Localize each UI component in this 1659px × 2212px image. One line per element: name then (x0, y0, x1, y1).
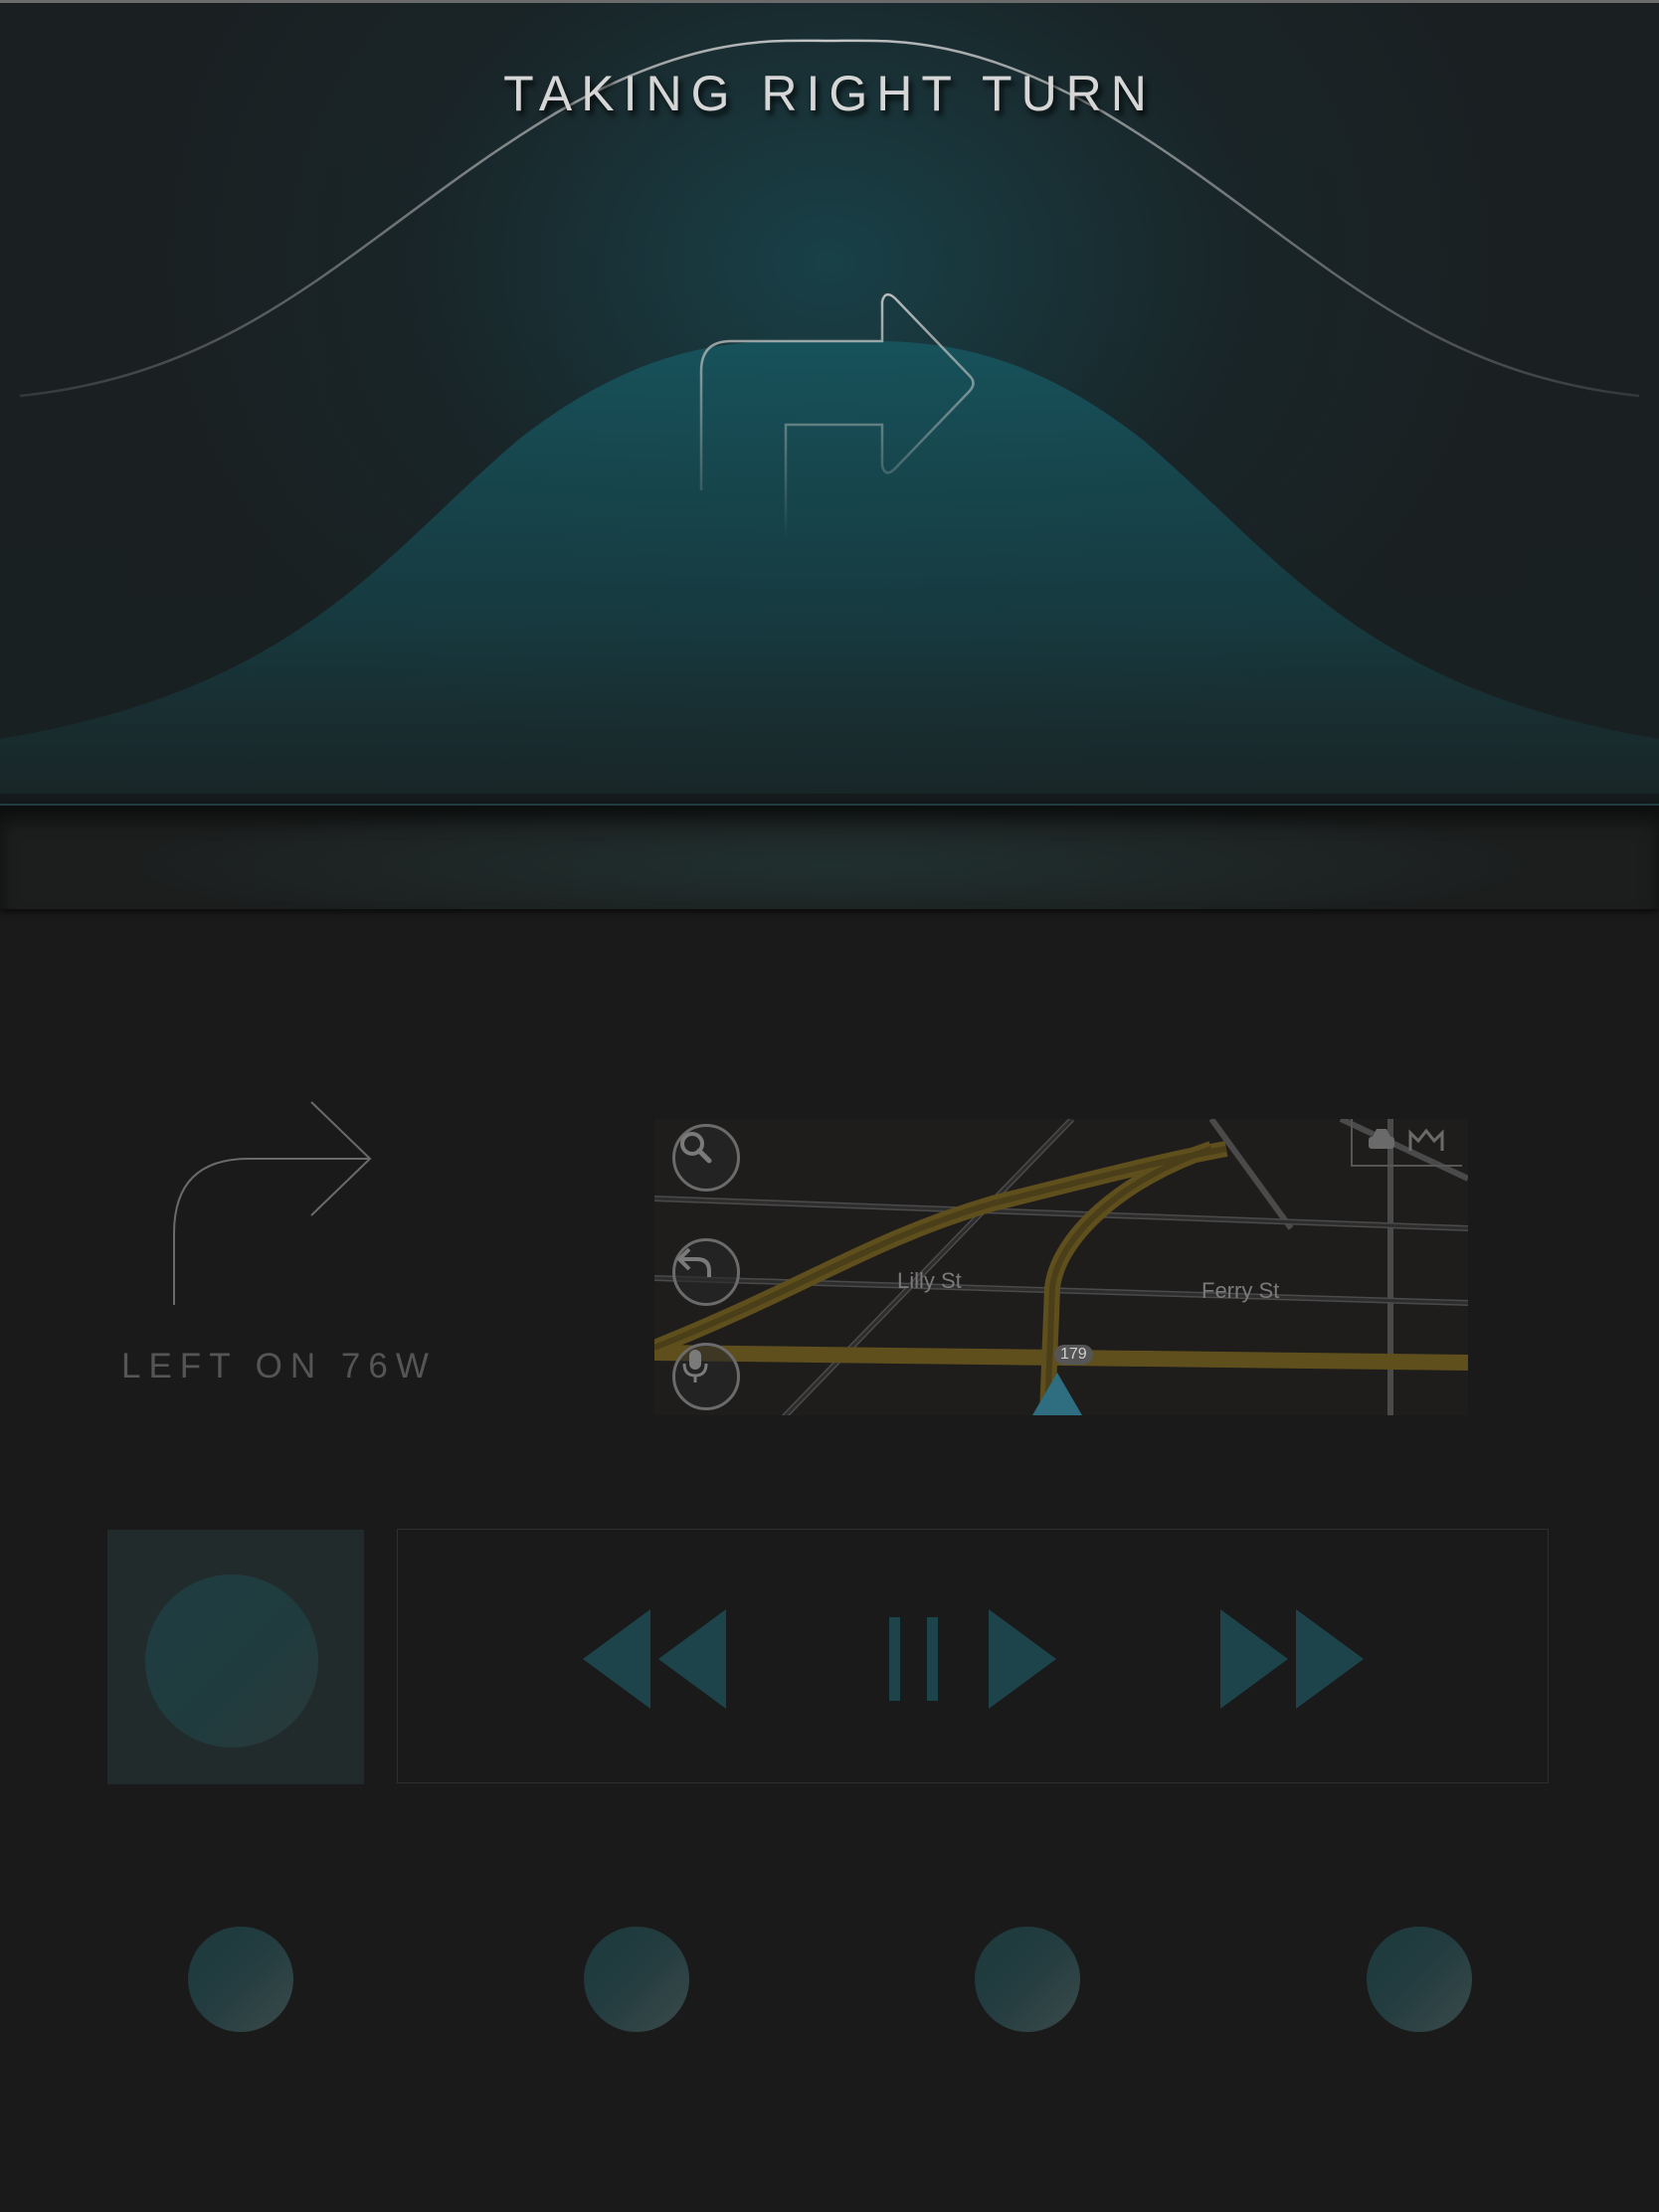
microphone-icon (682, 1350, 708, 1382)
play-pause-icon[interactable] (889, 1609, 1068, 1709)
map-back-button[interactable] (672, 1238, 740, 1306)
album-disc (145, 1574, 318, 1748)
back-icon (676, 1247, 711, 1277)
route-icon (1408, 1128, 1444, 1151)
fast-forward-icon[interactable] (1220, 1609, 1368, 1709)
car-icon (1369, 1129, 1394, 1149)
vehicle-position-icon (1032, 1373, 1082, 1415)
map-roads (654, 1119, 1468, 1415)
shortcut-button-4[interactable] (1367, 1927, 1472, 2032)
media-controls (397, 1529, 1549, 1783)
turn-guidance-panel: TAKING RIGHT TURN (0, 3, 1659, 804)
map-top-icons (1351, 1119, 1462, 1167)
maneuver-title: TAKING RIGHT TURN (503, 66, 1156, 121)
curved-right-arrow-icon (173, 1101, 372, 1305)
map-search-button[interactable] (672, 1124, 740, 1192)
map-voice-button[interactable] (672, 1343, 740, 1410)
shortcut-button-1[interactable] (188, 1927, 293, 2032)
street-label-ferry: Ferry St (1201, 1278, 1280, 1303)
divider-band (0, 804, 1659, 909)
shortcut-button-2[interactable] (584, 1927, 689, 2032)
guidance-graphic (0, 39, 1659, 804)
search-icon (680, 1132, 712, 1164)
teal-hill (0, 340, 1659, 804)
navigation-map[interactable]: Lilly St Ferry St 179 (654, 1119, 1468, 1415)
shortcut-button-3[interactable] (975, 1927, 1080, 2032)
rewind-icon[interactable] (583, 1609, 730, 1709)
street-label-lilly: Lilly St (897, 1268, 962, 1293)
route-badge: 179 (1054, 1345, 1093, 1365)
next-turn-label: LEFT ON 76W (121, 1347, 437, 1385)
album-art[interactable] (107, 1530, 364, 1784)
